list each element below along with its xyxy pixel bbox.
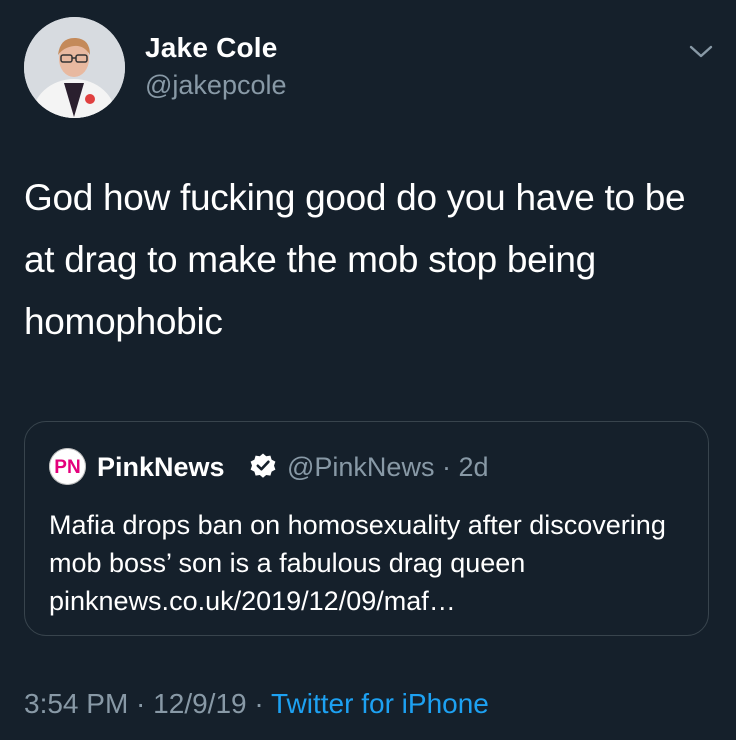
tweet-metadata: 3:54 PM · 12/9/19 · Twitter for iPhone	[24, 688, 489, 720]
separator-dot: ·	[246, 688, 271, 719]
quoted-age: 2d	[458, 452, 489, 482]
quoted-author-handle[interactable]: @PinkNews	[287, 452, 434, 482]
quoted-handle-line: @PinkNews · 2d	[287, 452, 489, 483]
quoted-author-name[interactable]: PinkNews	[97, 452, 225, 483]
tweet-source-link[interactable]: Twitter for iPhone	[271, 688, 489, 719]
author-name[interactable]: Jake Cole	[145, 32, 278, 64]
separator-dot: ·	[128, 688, 154, 719]
author-avatar[interactable]	[24, 17, 125, 118]
author-handle[interactable]: @jakepcole	[145, 70, 287, 101]
avatar-photo	[24, 17, 125, 118]
tweet-time[interactable]: 3:54 PM	[24, 688, 128, 719]
quoted-tweet-text: Mafia drops ban on homosexuality after d…	[49, 510, 666, 616]
pinknews-logo-icon[interactable]: PN	[49, 448, 86, 485]
chevron-down-icon[interactable]	[686, 36, 716, 66]
tweet-date[interactable]: 12/9/19	[153, 688, 246, 719]
separator-dot: ·	[434, 452, 459, 482]
quoted-tweet-card[interactable]: PN PinkNews @PinkNews · 2d Mafia drops b…	[24, 421, 709, 636]
tweet-text: God how fucking good do you have to be a…	[24, 177, 686, 342]
verified-badge-icon	[250, 453, 276, 478]
pinknews-logo-text: PN	[54, 457, 80, 478]
